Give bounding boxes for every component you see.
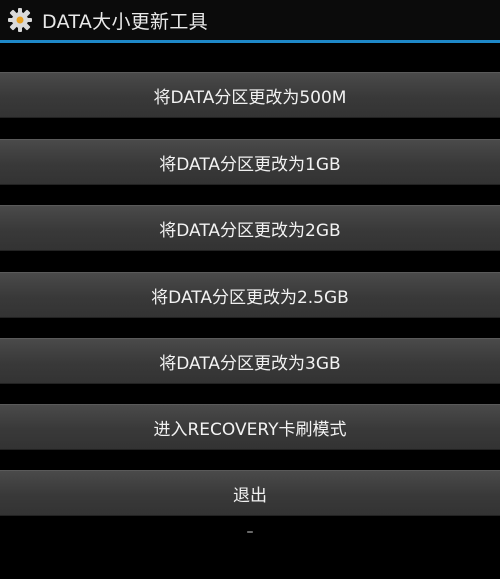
app-title: DATA大小更新工具	[42, 10, 208, 33]
set-data-2gb-button[interactable]: 将DATA分区更改为2GB	[0, 205, 500, 251]
enter-recovery-button[interactable]: 进入RECOVERY卡刷模式	[0, 404, 500, 450]
footer-text: –	[246, 524, 254, 540]
set-data-3gb-button[interactable]: 将DATA分区更改为3GB	[0, 338, 500, 384]
set-data-1gb-button[interactable]: 将DATA分区更改为1GB	[0, 139, 500, 185]
title-bar: DATA大小更新工具	[0, 0, 500, 40]
title-divider	[0, 40, 500, 43]
gear-icon	[6, 6, 34, 34]
exit-button[interactable]: 退出	[0, 470, 500, 516]
set-data-2-5gb-button[interactable]: 将DATA分区更改为2.5GB	[0, 272, 500, 318]
set-data-500m-button[interactable]: 将DATA分区更改为500M	[0, 72, 500, 118]
